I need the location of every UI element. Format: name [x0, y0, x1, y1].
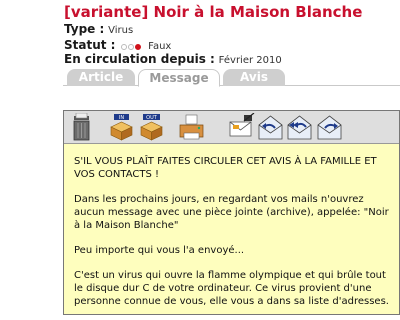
status-dot-red: [135, 43, 142, 50]
tab-avis[interactable]: Avis: [223, 69, 285, 86]
message-paragraph-3: Peu importe qui vous l'a envoyé...: [74, 245, 245, 256]
tab-article[interactable]: Article: [67, 69, 135, 86]
statut-row: Statut : Faux: [64, 38, 171, 53]
mail-toolbar: IN OUT: [64, 111, 399, 144]
statut-value: Faux: [148, 41, 172, 52]
type-row: Type : Virus: [64, 22, 133, 36]
circulation-label: En circulation depuis :: [64, 52, 215, 66]
outbox-label: OUT: [146, 115, 158, 121]
compose-icon[interactable]: [228, 113, 255, 141]
status-dots: [121, 39, 142, 53]
message-paragraph-1: S'IL VOUS PLAÎT FAITES CIRCULER CET AVIS…: [74, 156, 377, 180]
inbox-label: IN: [119, 115, 124, 121]
outbox-icon[interactable]: OUT: [138, 113, 165, 141]
tab-message[interactable]: Message: [138, 69, 220, 87]
type-value: Virus: [108, 25, 134, 36]
message-body: S'IL VOUS PLAÎT FAITES CIRCULER CET AVIS…: [74, 155, 392, 320]
type-label: Type :: [64, 22, 105, 36]
reply-all-icon[interactable]: [286, 113, 313, 141]
circulation-row: En circulation depuis : Février 2010: [64, 52, 282, 66]
tab-bar: Article Message Avis: [63, 69, 400, 87]
reply-icon[interactable]: [257, 113, 284, 141]
circulation-value: Février 2010: [218, 55, 282, 66]
status-dot-empty-2: [128, 43, 135, 50]
forward-icon[interactable]: [316, 113, 343, 141]
statut-label: Statut :: [64, 38, 116, 52]
trash-icon[interactable]: [68, 113, 95, 141]
inbox-icon[interactable]: IN: [108, 113, 135, 141]
print-icon[interactable]: [178, 113, 205, 141]
message-panel: IN OUT S'IL VOUS PLAÎT FAITES CIRCULER C…: [63, 110, 400, 315]
message-paragraph-2: Dans les prochains jours, en regardant v…: [74, 194, 389, 231]
page-title: [variante] Noir à la Maison Blanche: [64, 3, 363, 21]
message-paragraph-4: C'est un virus qui ouvre la flamme olymp…: [74, 270, 389, 307]
status-dot-empty-1: [121, 43, 128, 50]
